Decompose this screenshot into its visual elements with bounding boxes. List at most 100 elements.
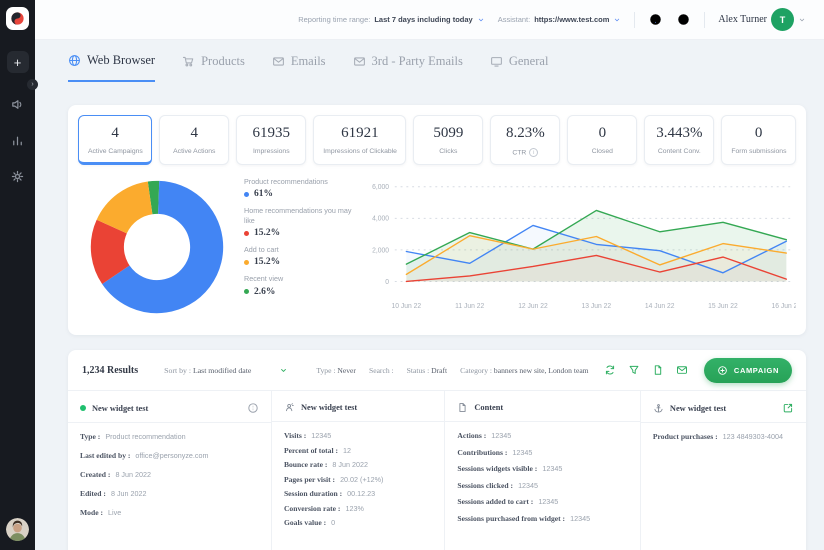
stat-card-clicks[interactable]: 5099 Clicks — [413, 115, 484, 165]
field-row: Sessions added to cart : 12345 — [457, 497, 628, 506]
sort-chevron-icon[interactable] — [279, 366, 288, 375]
stat-label: CTR i — [500, 148, 550, 157]
analytics-icon[interactable] — [10, 133, 25, 148]
info-icon[interactable]: i — [529, 148, 539, 157]
field-value: 123 4849303-4004 — [722, 432, 783, 441]
tab-label: Emails — [290, 54, 326, 68]
plus-circle-icon — [717, 365, 728, 376]
reporting-range-value: Last 7 days including today — [374, 15, 473, 24]
field-value: 12345 — [311, 431, 332, 440]
stat-value: 0 — [754, 125, 763, 141]
file-icon[interactable] — [652, 364, 664, 376]
tab-general[interactable]: General — [490, 53, 548, 82]
field-label: Last edited by : — [80, 451, 131, 460]
field-value: 12345 — [512, 447, 533, 457]
sort-select[interactable]: Sort by : Last modified date — [164, 366, 251, 375]
add-button[interactable]: + — [6, 51, 29, 73]
charts-row: Product recommendations 61% Home recomme… — [68, 165, 806, 322]
field-value: 12345 — [570, 513, 591, 523]
field-list: Product purchases : 123 4849303-4004 — [641, 423, 806, 441]
field-value: office@personyze.com — [135, 451, 209, 460]
donut-chart — [84, 174, 230, 320]
announcements-icon[interactable] — [10, 97, 25, 112]
filter-icon[interactable] — [628, 364, 640, 376]
column-title: New widget test — [669, 403, 727, 413]
refresh-icon[interactable] — [604, 364, 616, 376]
expand-chevron-icon[interactable]: › — [27, 79, 38, 90]
field-row: Goals value : 0 — [284, 518, 432, 527]
stat-card-form-submissions[interactable]: 0 Form submissions — [721, 115, 796, 165]
field-value: 123% — [345, 503, 364, 513]
column-header[interactable]: New widget test — [68, 391, 271, 422]
field-row: Contributions : 12345 — [457, 448, 628, 457]
user-name: Alex Turner — [718, 14, 767, 25]
field-label: Goals value : — [283, 518, 327, 527]
svg-text:12 Jun 22: 12 Jun 22 — [518, 303, 548, 310]
stat-label: Form submissions — [731, 148, 787, 155]
field-label: Contributions : — [457, 447, 508, 457]
stat-card-active-campaigns[interactable]: 4 Active Campaigns — [78, 115, 153, 165]
support-icon[interactable] — [676, 12, 691, 27]
assistant-value: https://www.test.com — [534, 15, 610, 24]
chevron-down-icon — [613, 16, 621, 24]
svg-text:13 Jun 22: 13 Jun 22 — [582, 303, 612, 310]
reporting-range-label: Reporting time range: — [298, 15, 371, 24]
filter-category[interactable]: Category : banners new site, London team — [460, 366, 588, 375]
stat-card-content-conv[interactable]: 3.443% Content Conv. — [644, 115, 715, 165]
column-header[interactable]: New widget test — [641, 391, 806, 422]
result-column-new-widget-test: New widget test Product purchases : 123 4… — [639, 391, 806, 550]
stat-card-impressions[interactable]: 61935 Impressions — [236, 115, 307, 165]
filter-status[interactable]: Status : Draft — [407, 366, 448, 375]
field-value: 00.12.23 — [347, 489, 376, 498]
tab-label: Web Browser — [87, 53, 156, 67]
campaign-button[interactable]: CAMPAIGN — [703, 357, 792, 383]
field-row: Edited : 8 Jun 2022 — [80, 489, 259, 498]
settings-icon[interactable] — [10, 169, 25, 184]
tab-products[interactable]: Products — [182, 53, 245, 82]
column-header[interactable]: New widget test — [272, 391, 444, 421]
field-row: Sessions widgets visible : 12345 — [457, 464, 628, 473]
stat-card-closed[interactable]: 0 Closed — [567, 115, 638, 165]
stat-card-ctr[interactable]: 8.23% CTR i — [490, 115, 561, 165]
tab-3rd-party-emails[interactable]: 3rd - Party Emails — [353, 53, 463, 82]
field-row: Created : 8 Jun 2022 — [80, 470, 259, 479]
help-icon[interactable] — [648, 12, 663, 27]
user-photo-avatar[interactable] — [6, 518, 29, 541]
legend-label: Product recommendations — [244, 177, 328, 186]
more-icon[interactable] — [247, 402, 259, 414]
tab-emails[interactable]: Emails — [272, 53, 326, 82]
field-row: Session duration : 00.12.23 — [284, 489, 432, 498]
main-content: Web Browser Products Emails 3rd - Party Ema… — [35, 40, 824, 550]
field-row: Actions : 12345 — [457, 431, 628, 440]
tab-web-browser[interactable]: Web Browser — [68, 53, 156, 82]
reporting-range-select[interactable]: Reporting time range: Last 7 days includ… — [298, 15, 484, 24]
legend-item: Home recommendations you may like 15.2% — [244, 206, 362, 238]
divider — [634, 11, 636, 28]
filter-search[interactable]: Search : — [369, 366, 394, 375]
result-column-new-widget-test: New widget test Visits : 12345 Percent of … — [270, 391, 445, 550]
external-icon[interactable] — [782, 402, 794, 414]
field-list: Type : Product recommendation Last edited … — [68, 423, 271, 517]
results-count: 1,234 Results — [82, 364, 139, 376]
field-row: Type : Product recommendation — [80, 432, 259, 441]
stat-card-impressions-of-clickable[interactable]: 61921 Impressions of Clickable — [313, 115, 407, 165]
filter-type[interactable]: Type : Never — [316, 366, 356, 375]
field-row: Sessions clicked : 12345 — [457, 481, 628, 490]
cart-icon — [182, 55, 195, 68]
field-row: Mode : Live — [80, 508, 259, 517]
mail-icon[interactable] — [676, 364, 688, 376]
legend-item: Product recommendations 61% — [244, 177, 362, 199]
status-dot-icon — [80, 405, 86, 411]
user-menu[interactable]: Alex Turner T — [718, 8, 806, 31]
stat-card-active-actions[interactable]: 4 Active Actions — [159, 115, 230, 165]
assistant-select[interactable]: Assistant: https://www.test.com — [498, 15, 622, 24]
divider — [704, 11, 706, 28]
app-logo[interactable] — [6, 7, 29, 30]
filter-group: Type : Never Search : Status : Draft Categ… — [316, 366, 588, 375]
field-label: Edited : — [80, 489, 106, 498]
field-row: Percent of total : 12 — [284, 446, 432, 455]
legend-dot-icon — [244, 259, 249, 265]
field-label: Sessions clicked : — [457, 480, 514, 490]
column-header[interactable]: Content — [445, 391, 640, 421]
stat-value: 8.23% — [505, 125, 545, 141]
